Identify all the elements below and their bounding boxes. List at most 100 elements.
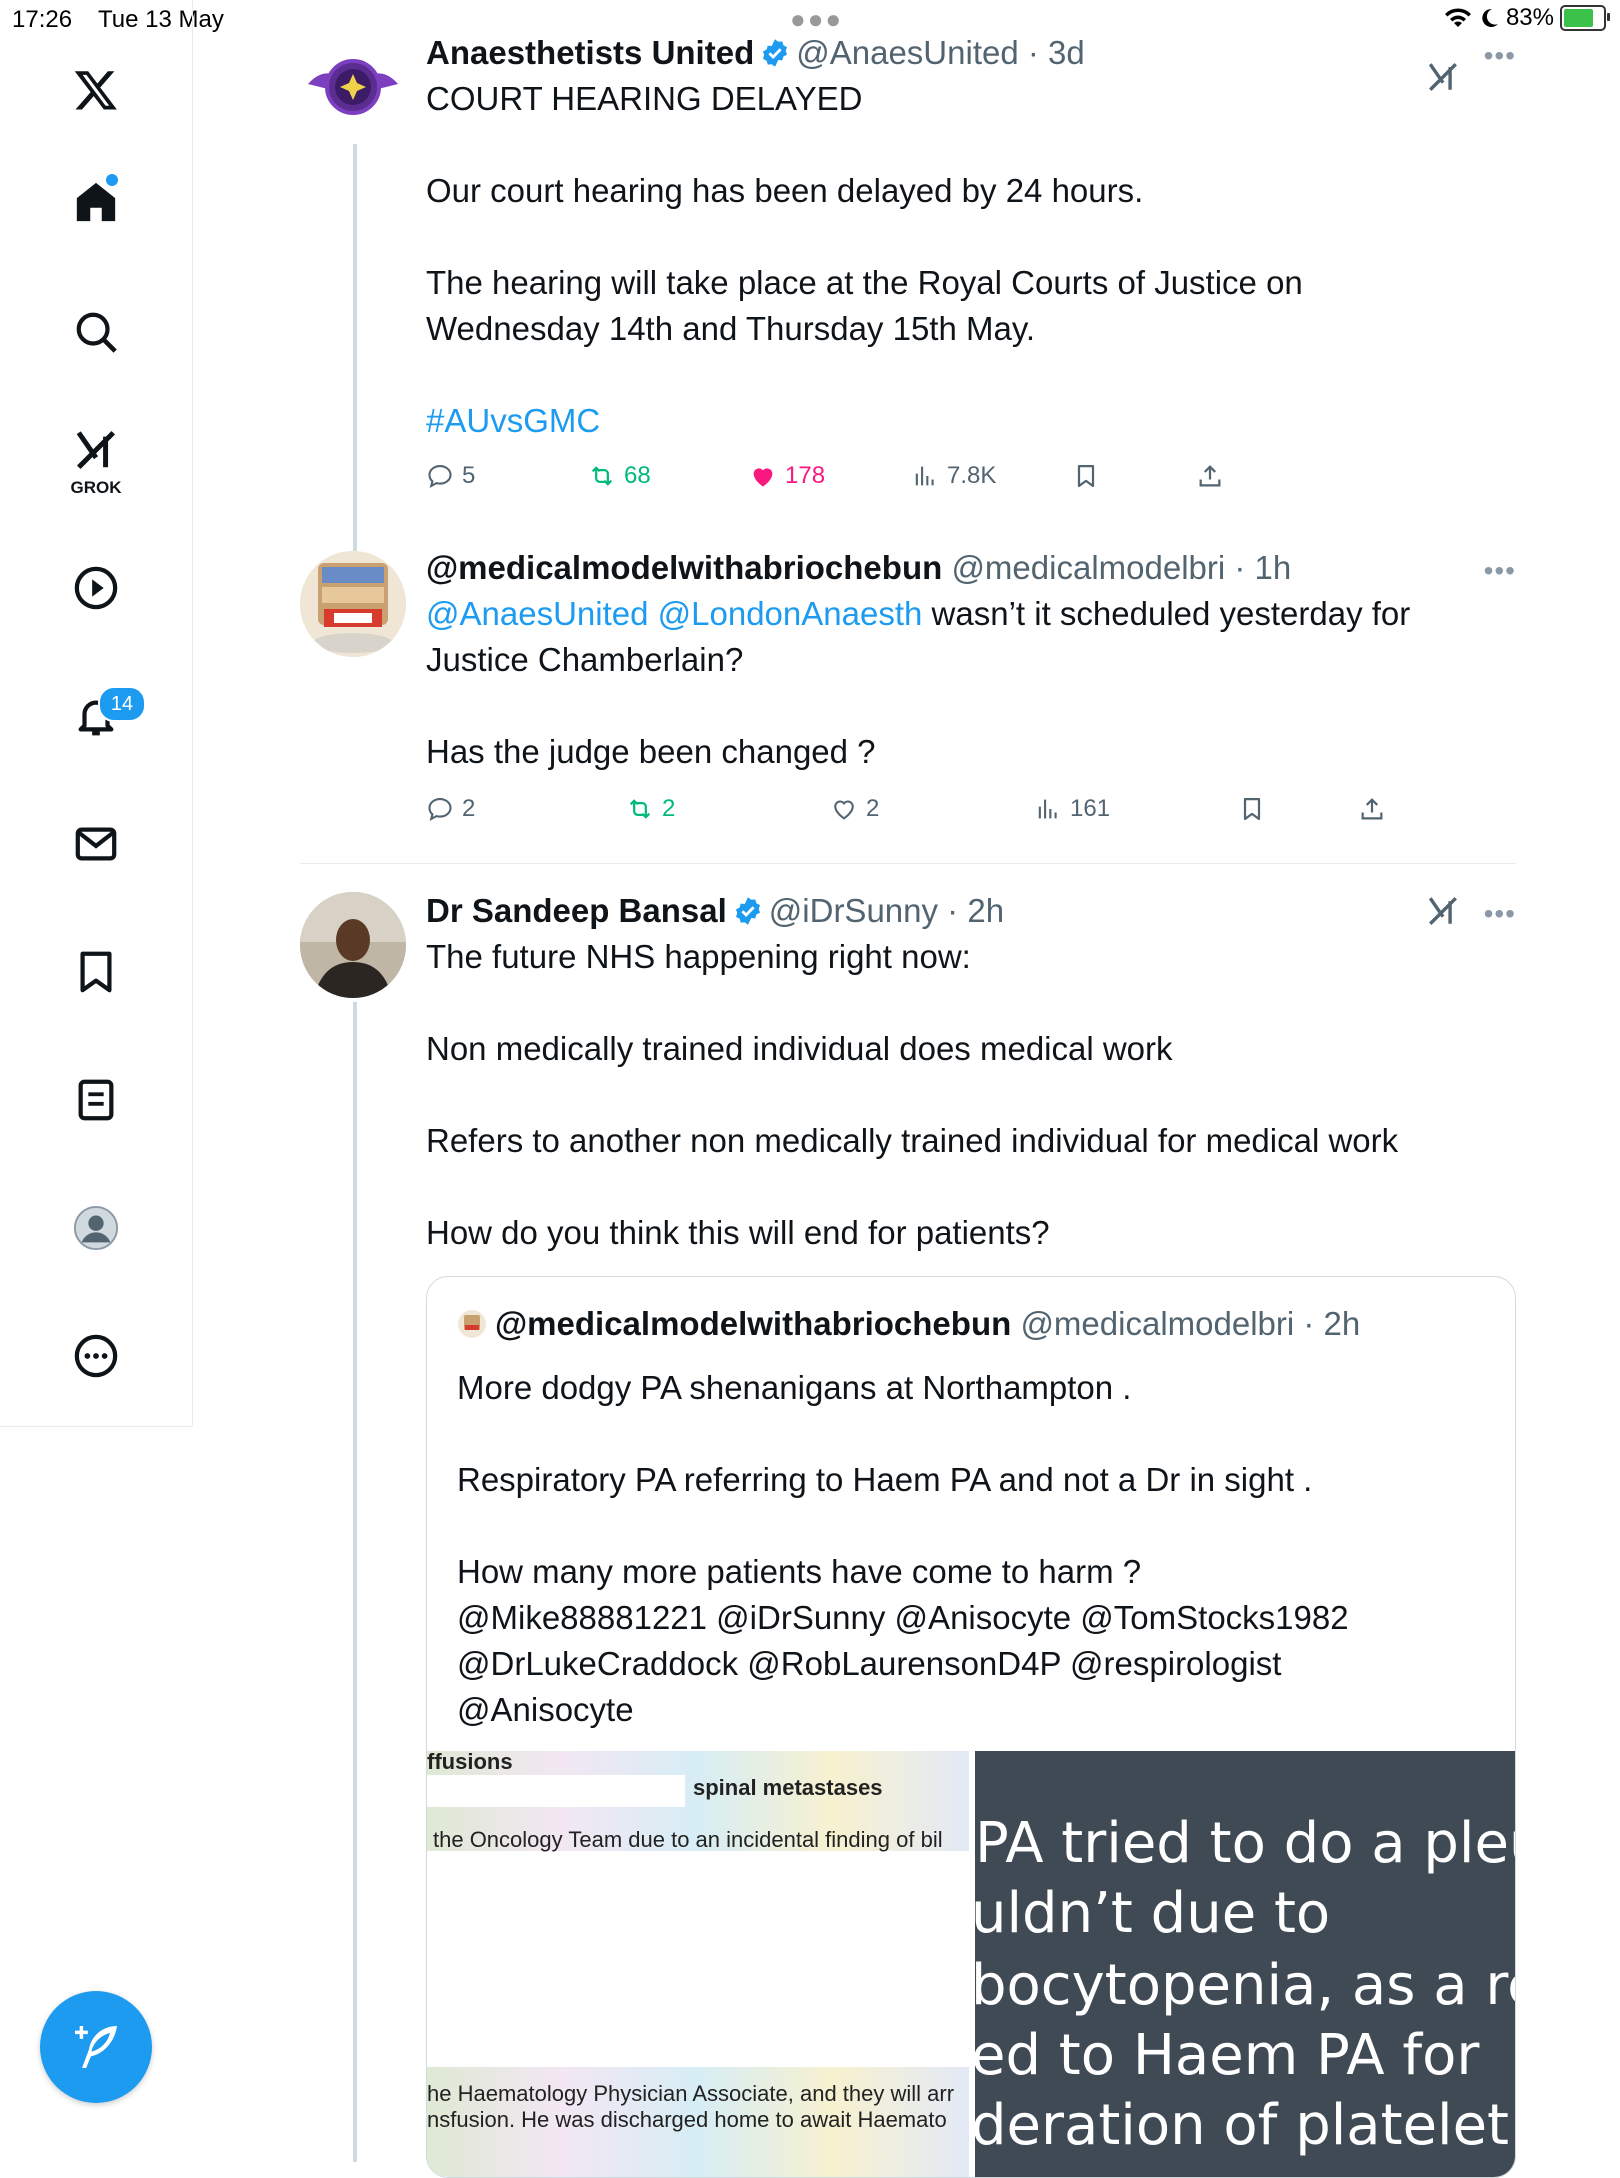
verified-badge-icon [735,897,760,925]
share-button[interactable] [1196,462,1224,490]
thread-line [353,1002,357,2162]
tweet-more-icon[interactable]: ••• [1484,555,1516,587]
mention-link[interactable]: @LondonAnaesth [658,595,923,632]
image-text: bocytopenia, as a res [975,1953,1515,2018]
tweet-text-line: Justice Chamberlain? [426,641,744,678]
quoted-tweet[interactable]: @medicalmodelwithabriochebun @medicalmod… [426,1276,1516,2178]
repost-button[interactable]: 2 [626,795,675,823]
author-handle[interactable]: @medicalmodelbri [951,549,1225,586]
like-count: 178 [785,462,826,489]
thread-line [353,144,357,584]
moon-icon [1482,8,1498,27]
video-play-icon[interactable] [66,558,126,618]
share-icon [1361,798,1383,820]
bookmarks-icon[interactable] [66,942,126,1002]
mention-link[interactable]: @AnaesUnited [426,595,648,632]
tweet-more-icon[interactable]: ••• [1484,40,1516,72]
author-name[interactable]: Dr Sandeep Bansal [426,892,727,929]
repost-count: 68 [624,462,651,489]
tweet-text-line [426,1164,1466,1210]
tweet-age[interactable]: 1h [1255,549,1292,586]
quoted-image-text-screenshot[interactable]: PA tried to do a pleura uldn’t due to bo… [975,1751,1515,2177]
tweet-body: @medicalmodelwithabriochebun @medicalmod… [426,545,1466,775]
image-text: the Oncology Team due to an incidental f… [433,1827,943,1852]
tweet-header: Dr Sandeep Bansal @iDrSunny · 2h [426,888,1466,934]
quoted-text-line: More dodgy PA shenanigans at Northampton… [457,1369,1132,1406]
tweet-body: Dr Sandeep Bansal @iDrSunny · 2h The futu… [426,888,1466,1256]
tweet-text-line [426,1072,1466,1118]
tweet-actions: 5 68 178 7.8K [426,462,1516,502]
compose-post-button[interactable] [40,1991,152,2103]
grok-icon[interactable] [66,420,126,480]
image-text: uldn’t due to [975,1881,1331,1946]
tweet-header: Anaesthetists United @AnaesUnited · 3d [426,30,1466,76]
author-handle[interactable]: @iDrSunny [769,892,938,929]
author-name[interactable]: @medicalmodelwithabriochebun [426,549,942,586]
views-button[interactable]: 161 [1034,795,1110,823]
notifications-badge: 14 [98,686,146,722]
tweet-text-line: Refers to another non medically trained … [426,1122,1399,1159]
compose-feather-icon [75,2026,117,2068]
redaction-block [427,1775,685,1807]
image-text: he Haematology Physician Associate, and … [427,2081,955,2106]
tweet-text-line: COURT HEARING DELAYED [426,80,863,117]
image-text: ffusions [427,1751,513,1774]
more-options-icon[interactable] [66,1326,126,1386]
tweet-text-line [426,352,1466,398]
tweet-age[interactable]: 3d [1048,34,1085,71]
lists-icon[interactable] [66,1070,126,1130]
separator-dot: · [938,892,968,929]
avatar-dr-sandeep-bansal[interactable] [300,892,406,998]
quoted-mentions-line[interactable]: @DrLukeCraddock @RobLaurensonD4P @respir… [457,1641,1497,1687]
quoted-text-line [457,1503,1497,1549]
x-logo-icon[interactable] [66,60,126,120]
quoted-author-handle[interactable]: @medicalmodelbri [1020,1305,1294,1342]
reply-icon [428,798,452,821]
avatar-anaesthetists-united[interactable] [300,34,406,140]
avatar-medicalmodel[interactable] [300,551,406,657]
share-button[interactable] [1358,795,1386,823]
bookmark-button[interactable] [1072,462,1100,490]
tweet-more-icon[interactable]: ••• [1484,898,1516,930]
tweet-text-line [426,980,1466,1026]
quoted-image-document[interactable]: ffusions spinal metastases the Oncology … [427,1751,969,2177]
quoted-mentions-line[interactable]: @Mike88881221 @iDrSunny @Anisocyte @TomS… [457,1595,1497,1641]
tweet-dr-sandeep-bansal[interactable]: Dr Sandeep Bansal @iDrSunny · 2h The futu… [300,888,1516,2178]
author-handle[interactable]: @AnaesUnited [796,34,1018,71]
search-icon[interactable] [66,302,126,362]
author-name[interactable]: Anaesthetists United [426,34,754,71]
hashtag-link[interactable]: #AUvsGMC [426,398,1466,444]
image-text: spinal metastases [693,1775,883,1800]
tweet-text: @AnaesUnited @LondonAnaesth wasn’t it sc… [426,591,1466,775]
wifi-icon [1444,8,1471,27]
image-text: PA tried to do a pleura [975,1811,1515,1876]
tweet-text-inline: wasn’t it scheduled yesterday for [922,595,1411,632]
repost-count: 2 [662,795,676,822]
tweet-age[interactable]: 2h [967,892,1004,929]
quoted-avatar-icon[interactable] [457,1309,487,1339]
quoted-mentions-line[interactable]: @Anisocyte [457,1687,1497,1733]
views-button[interactable]: 7.8K [911,462,996,490]
profile-avatar-icon[interactable] [66,1198,126,1258]
bookmark-button[interactable] [1238,795,1266,823]
tweet-medicalmodel-reply[interactable]: @medicalmodelwithabriochebun @medicalmod… [300,545,1516,863]
views-chart-icon [915,466,934,486]
share-icon [1199,465,1221,487]
reply-button[interactable]: 2 [426,795,475,823]
like-button[interactable]: 178 [749,462,825,490]
separator-dot: · [1018,34,1049,71]
tweet-text-line: @AnaesUnited @LondonAnaesth wasn’t it sc… [426,591,1466,637]
quoted-tweet-age[interactable]: 2h [1324,1305,1361,1342]
repost-button[interactable]: 68 [588,462,651,490]
reply-button[interactable]: 5 [426,462,475,490]
quoted-author-name[interactable]: @medicalmodelwithabriochebun [495,1305,1011,1342]
tweet-body: Anaesthetists United @AnaesUnited · 3d CO… [426,30,1466,444]
grok-explain-icon[interactable] [1426,894,1460,928]
quoted-text-line [457,1411,1497,1457]
sidebar-nav: GROK 14 [0,0,193,1427]
heart-filled-icon [753,468,773,487]
grok-explain-icon[interactable] [1426,60,1460,94]
like-button[interactable]: 2 [830,795,879,823]
tweet-anaesthetists-united[interactable]: Anaesthetists United @AnaesUnited · 3d CO… [300,30,1516,584]
messages-envelope-icon[interactable] [66,814,126,874]
